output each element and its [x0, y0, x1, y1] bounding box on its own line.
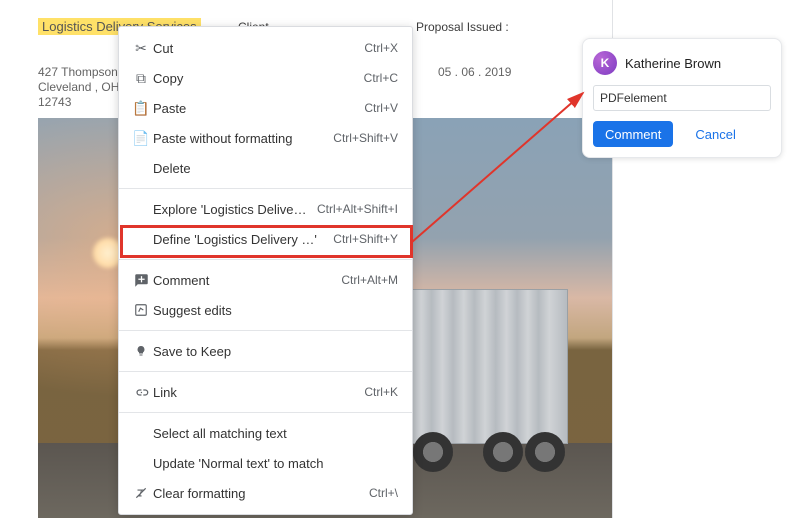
menu-select-matching[interactable]: Select all matching text	[119, 418, 412, 448]
menu-link[interactable]: Link Ctrl+K	[119, 377, 412, 407]
keep-icon	[129, 344, 153, 358]
menu-label: Select all matching text	[153, 426, 390, 441]
menu-explore[interactable]: Explore 'Logistics Delivery …' Ctrl+Alt+…	[119, 194, 412, 224]
link-icon	[129, 385, 153, 400]
paste-icon: 📋	[129, 100, 153, 117]
menu-shortcut: Ctrl+K	[364, 385, 398, 399]
menu-shortcut: Ctrl+Alt+M	[341, 273, 398, 287]
comment-submit-button[interactable]: Comment	[593, 121, 673, 147]
menu-label: Link	[153, 385, 356, 400]
proposal-issued-label: Proposal Issued :	[416, 20, 509, 34]
comment-cancel-button[interactable]: Cancel	[683, 121, 747, 147]
trailer-shape	[388, 289, 568, 444]
menu-shortcut: Ctrl+Shift+Y	[333, 232, 398, 246]
author-name: Katherine Brown	[625, 56, 721, 71]
comment-input[interactable]	[593, 85, 771, 111]
menu-label: Suggest edits	[153, 303, 390, 318]
menu-separator	[119, 330, 412, 331]
menu-update-normal-text[interactable]: Update 'Normal text' to match	[119, 448, 412, 478]
menu-define[interactable]: Define 'Logistics Delivery …' Ctrl+Shift…	[119, 224, 412, 254]
menu-clear-formatting[interactable]: Clear formatting Ctrl+\	[119, 478, 412, 508]
menu-label: Save to Keep	[153, 344, 390, 359]
address-line: 12743	[38, 95, 119, 110]
menu-label: Paste	[153, 101, 356, 116]
address-line: Cleveland , OH	[38, 80, 119, 95]
menu-shortcut: Ctrl+X	[364, 41, 398, 55]
cut-icon: ✂	[129, 40, 153, 57]
menu-suggest-edits[interactable]: Suggest edits	[119, 295, 412, 325]
menu-separator	[119, 188, 412, 189]
menu-paste[interactable]: 📋 Paste Ctrl+V	[119, 93, 412, 123]
address-line: 427 Thompson	[38, 65, 119, 80]
menu-separator	[119, 259, 412, 260]
menu-delete[interactable]: Delete	[119, 153, 412, 183]
menu-label: Delete	[153, 161, 390, 176]
menu-comment[interactable]: Comment Ctrl+Alt+M	[119, 265, 412, 295]
wheel-icon	[525, 432, 565, 472]
menu-shortcut: Ctrl+Alt+Shift+I	[317, 202, 398, 216]
menu-label: Copy	[153, 71, 356, 86]
paste-plain-icon: 📄	[129, 130, 153, 147]
menu-shortcut: Ctrl+C	[364, 71, 398, 85]
menu-save-to-keep[interactable]: Save to Keep	[119, 336, 412, 366]
suggest-icon	[129, 303, 153, 317]
menu-copy[interactable]: ⧉ Copy Ctrl+C	[119, 63, 412, 93]
clear-format-icon	[129, 486, 153, 500]
avatar: K	[593, 51, 617, 75]
proposal-date: 05 . 06 . 2019	[438, 65, 511, 79]
menu-separator	[119, 412, 412, 413]
copy-icon: ⧉	[129, 70, 153, 87]
comment-buttons: Comment Cancel	[593, 121, 771, 147]
menu-label: Explore 'Logistics Delivery …'	[153, 202, 309, 217]
menu-label: Paste without formatting	[153, 131, 325, 146]
comment-panel: K Katherine Brown Comment Cancel	[582, 38, 782, 158]
menu-label: Cut	[153, 41, 356, 56]
menu-separator	[119, 371, 412, 372]
menu-label: Comment	[153, 273, 333, 288]
menu-shortcut: Ctrl+\	[369, 486, 398, 500]
menu-shortcut: Ctrl+Shift+V	[333, 131, 398, 145]
menu-label: Clear formatting	[153, 486, 361, 501]
address-block: 427 Thompson Cleveland , OH 12743	[38, 65, 119, 110]
comment-icon	[129, 273, 153, 288]
menu-shortcut: Ctrl+V	[364, 101, 398, 115]
context-menu: ✂ Cut Ctrl+X ⧉ Copy Ctrl+C 📋 Paste Ctrl+…	[118, 26, 413, 515]
comment-author-row: K Katherine Brown	[593, 51, 771, 75]
wheel-icon	[483, 432, 523, 472]
wheel-icon	[413, 432, 453, 472]
menu-label: Update 'Normal text' to match	[153, 456, 390, 471]
menu-label: Define 'Logistics Delivery …'	[153, 232, 325, 247]
menu-paste-without-formatting[interactable]: 📄 Paste without formatting Ctrl+Shift+V	[119, 123, 412, 153]
menu-cut[interactable]: ✂ Cut Ctrl+X	[119, 33, 412, 63]
